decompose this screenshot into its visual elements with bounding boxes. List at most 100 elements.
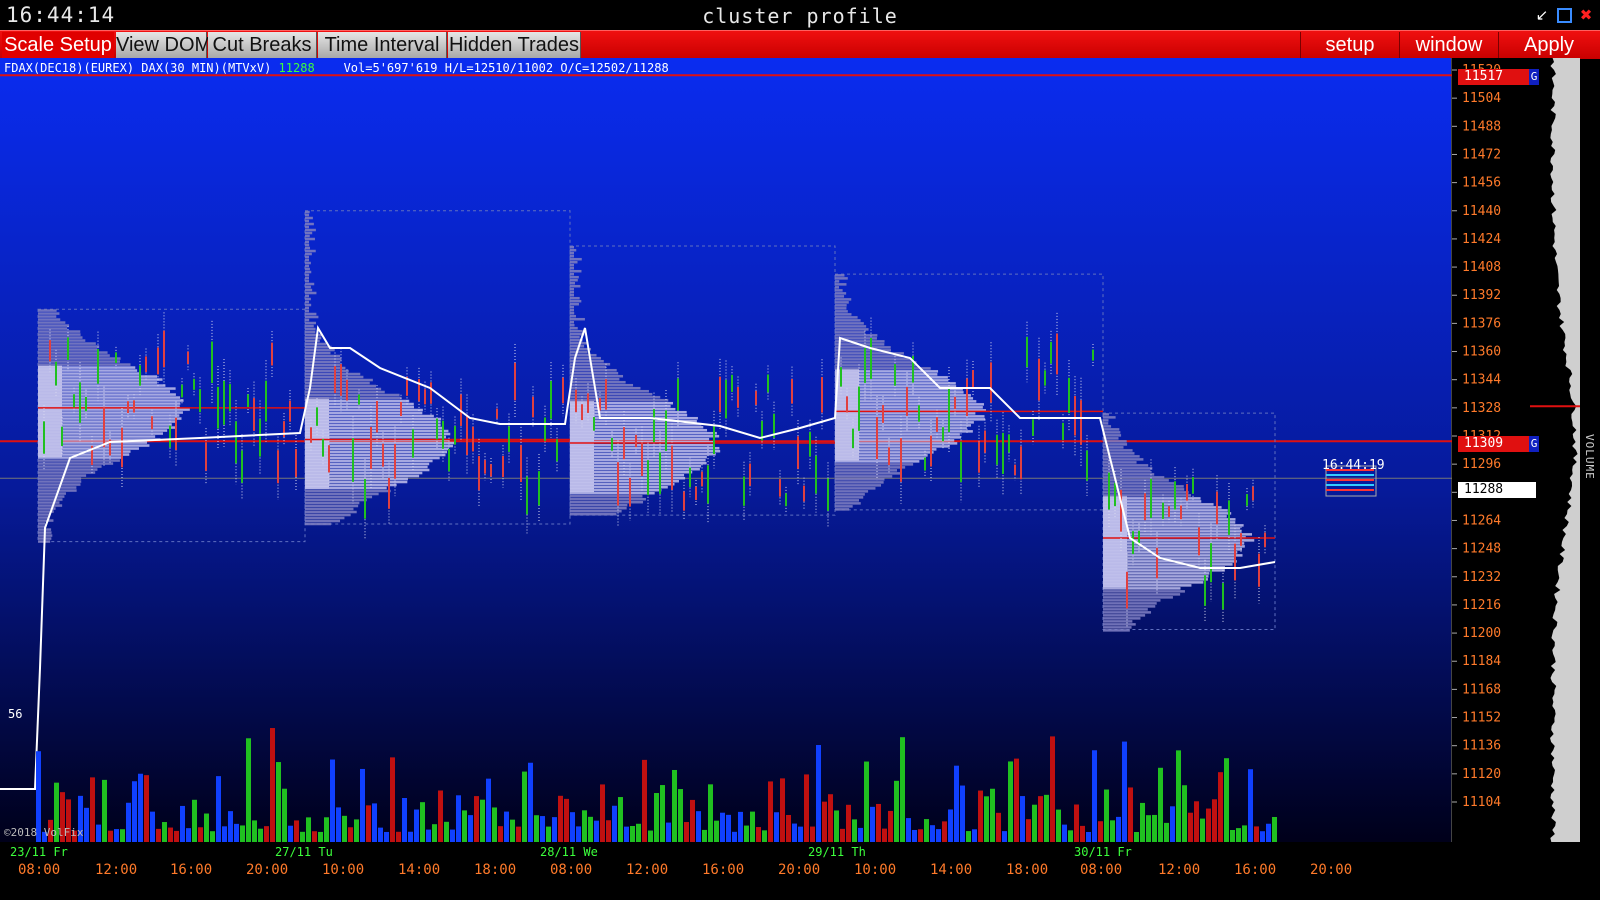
price-tick-label: 11152 xyxy=(1462,711,1501,726)
profile-row xyxy=(1103,551,1238,554)
volume-bar xyxy=(654,793,659,842)
candle-body xyxy=(364,479,366,519)
candle-body xyxy=(659,452,661,495)
hidden-trades-button[interactable]: Hidden Trades xyxy=(448,32,581,58)
profile-row xyxy=(38,411,183,414)
volume-bar xyxy=(1026,819,1031,842)
candle-body xyxy=(193,378,195,390)
volume-bar xyxy=(720,812,725,842)
maximize-icon[interactable] xyxy=(1556,7,1572,23)
candle-body xyxy=(1204,575,1206,606)
cluster-chart[interactable]: 1152011504114881147211456114401142411408… xyxy=(0,58,1600,900)
candle-body xyxy=(133,400,135,413)
profile-row xyxy=(835,331,866,334)
time-label: 20:00 xyxy=(1310,862,1352,878)
candle-body xyxy=(334,366,336,394)
profile-row xyxy=(305,294,309,298)
candle-body xyxy=(966,378,968,417)
candle-body xyxy=(1192,477,1194,494)
volume-bar xyxy=(1002,831,1007,842)
candle-body xyxy=(151,416,153,430)
time-label: 10:00 xyxy=(854,862,896,878)
volume-bar xyxy=(390,757,395,842)
profile-row xyxy=(570,317,585,321)
cut-breaks-button[interactable]: Cut Breaks xyxy=(208,32,317,58)
profile-row xyxy=(305,309,309,313)
profile-row xyxy=(835,496,864,499)
candle-body xyxy=(1234,543,1236,581)
volume-bar xyxy=(1140,802,1145,842)
g-badge-high[interactable]: G xyxy=(1529,69,1539,85)
candle-body xyxy=(346,379,348,401)
candle-body xyxy=(85,396,87,412)
window-button[interactable]: window xyxy=(1399,32,1498,58)
profile-row xyxy=(305,279,309,283)
volume-bar xyxy=(126,802,131,842)
candle-body xyxy=(906,386,908,416)
profile-row xyxy=(570,479,679,483)
price-tick-label: 11136 xyxy=(1462,739,1501,754)
candle-body xyxy=(1050,341,1052,364)
time-label: 08:00 xyxy=(18,862,60,878)
profile-row xyxy=(38,462,114,465)
candle-body xyxy=(520,445,522,483)
profile-row xyxy=(570,329,583,333)
profile-row xyxy=(835,316,858,319)
volume-bar xyxy=(1110,820,1115,842)
volume-bar xyxy=(180,805,185,842)
profile-row xyxy=(835,466,906,469)
time-label: 20:00 xyxy=(778,862,820,878)
candle-body xyxy=(43,421,45,454)
profile-row xyxy=(835,292,847,295)
volume-bar xyxy=(486,778,491,842)
chart-area[interactable]: 1152011504114881147211456114401142411408… xyxy=(0,58,1600,900)
volume-bar xyxy=(534,815,539,842)
profile-row xyxy=(835,454,928,457)
volume-bar xyxy=(1056,809,1061,842)
volume-bar xyxy=(804,774,809,842)
candle-body xyxy=(864,348,866,383)
volume-bar xyxy=(228,811,233,842)
profile-row xyxy=(305,264,309,268)
candle-body xyxy=(1080,400,1082,445)
candle-body xyxy=(436,418,438,440)
profile-row xyxy=(835,424,971,427)
candle-body xyxy=(97,349,99,384)
minimize-arrow-icon[interactable]: ↙ xyxy=(1534,7,1550,23)
candle-body xyxy=(858,386,860,431)
profile-row xyxy=(38,339,86,342)
profile-row xyxy=(835,367,931,370)
candle-body xyxy=(181,384,183,398)
profile-row xyxy=(835,322,864,325)
profile-row xyxy=(1103,569,1225,572)
time-interval-button[interactable]: Time Interval xyxy=(318,32,447,58)
candle-body xyxy=(448,448,450,472)
view-dom-button[interactable]: View DOM xyxy=(116,32,211,58)
volume-bar xyxy=(630,825,635,842)
volume-bar xyxy=(924,819,929,842)
profile-row xyxy=(570,395,661,399)
g-badge-level[interactable]: G xyxy=(1529,436,1539,452)
volume-bar xyxy=(510,819,515,842)
profile-row xyxy=(1103,602,1157,605)
volume-bar xyxy=(516,826,521,842)
apply-button[interactable]: Apply xyxy=(1498,32,1599,58)
profile-row xyxy=(1103,542,1245,545)
volume-bar xyxy=(330,759,335,842)
scale-setup-button[interactable]: Scale Setup xyxy=(2,32,114,58)
profile-row xyxy=(835,358,913,361)
profile-row xyxy=(305,351,331,355)
volume-bar xyxy=(1020,796,1025,842)
profile-row xyxy=(38,408,190,411)
candle-body xyxy=(918,405,920,422)
profile-row xyxy=(1103,629,1130,632)
close-icon[interactable]: ✖ xyxy=(1578,7,1594,23)
volume-bar xyxy=(696,811,701,842)
volume-bar xyxy=(666,822,671,842)
profile-row xyxy=(570,500,644,504)
profile-row xyxy=(305,270,312,274)
volume-bar xyxy=(306,817,311,842)
setup-button[interactable]: setup xyxy=(1300,32,1399,58)
volume-bar xyxy=(756,827,761,842)
profile-row xyxy=(305,414,434,418)
